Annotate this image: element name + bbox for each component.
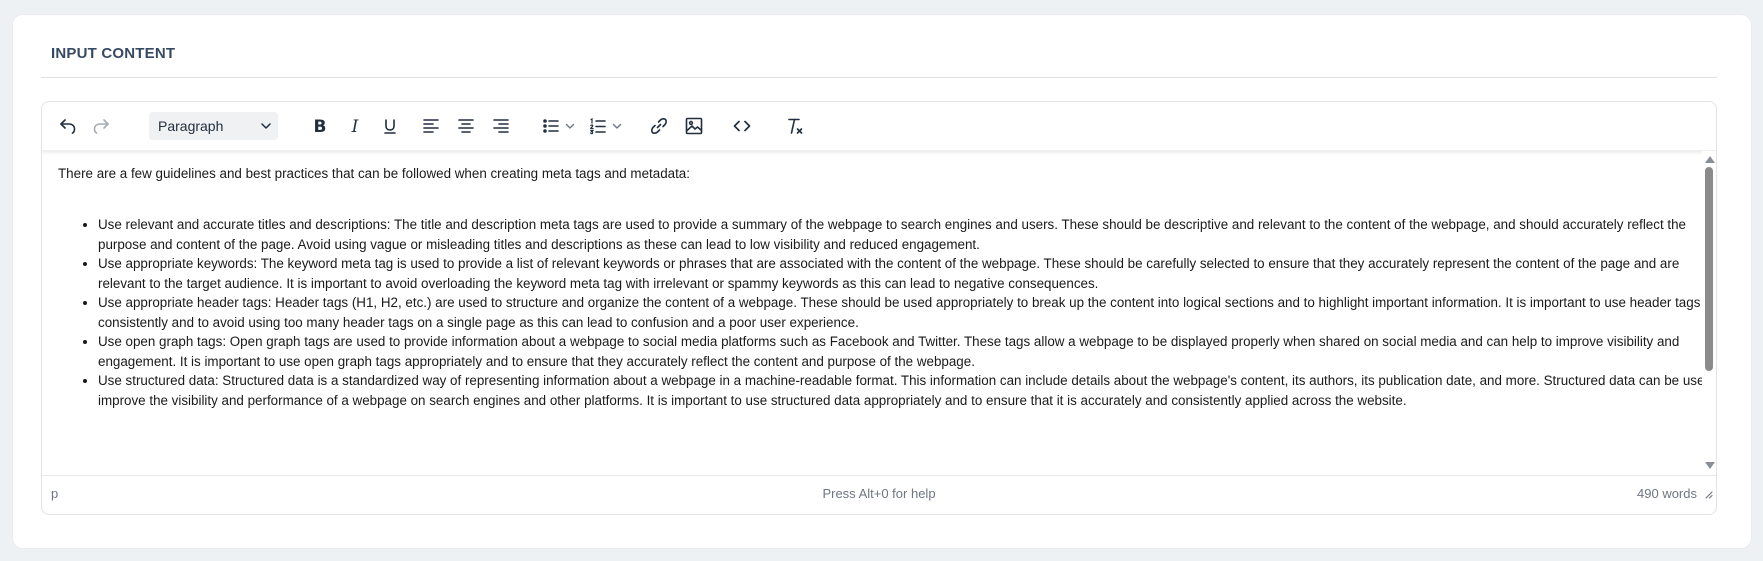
intro-paragraph: There are a few guidelines and best prac…	[58, 166, 690, 181]
insert-link-button[interactable]	[647, 112, 671, 140]
align-right-icon	[493, 119, 509, 133]
list-item: Use open graph tags: Open graph tags are…	[98, 332, 1702, 371]
bold-button[interactable]: B	[308, 112, 332, 140]
insert-image-button[interactable]	[682, 112, 706, 140]
numbered-list-options-button[interactable]	[610, 112, 624, 140]
image-icon	[685, 117, 703, 135]
underline-icon	[384, 119, 396, 134]
input-content-card: INPUT CONTENT Paragraph B I There are a …	[13, 15, 1751, 548]
bullet-list-options-button[interactable]	[563, 112, 577, 140]
resize-handle-icon[interactable]	[1703, 489, 1713, 499]
list-item: Use appropriate keywords: The keyword me…	[98, 254, 1702, 293]
editor-content[interactable]: There are a few guidelines and best prac…	[42, 151, 1702, 474]
underline-button[interactable]	[378, 112, 402, 140]
chevron-down-icon	[565, 123, 575, 129]
redo-icon	[93, 119, 109, 134]
list-item: Use structured data: Structured data is …	[98, 371, 1702, 410]
source-code-button[interactable]	[730, 112, 754, 140]
scroll-up-arrow-icon[interactable]	[1705, 156, 1715, 163]
bullet-list-button[interactable]	[539, 112, 563, 140]
scrollbar-thumb[interactable]	[1705, 167, 1713, 371]
bullet-list-icon	[543, 119, 559, 133]
link-icon	[651, 118, 667, 134]
redo-button[interactable]	[89, 112, 113, 140]
svg-text:I: I	[351, 117, 359, 135]
align-left-button[interactable]	[419, 112, 443, 140]
block-format-select[interactable]: Paragraph	[149, 112, 278, 140]
numbered-list-button[interactable]	[586, 112, 610, 140]
code-icon	[733, 120, 751, 132]
title-divider	[41, 77, 1717, 78]
editor-toolbar: Paragraph B I	[42, 102, 1716, 151]
scroll-down-arrow-icon[interactable]	[1705, 462, 1715, 469]
content-scrollbar[interactable]	[1702, 151, 1716, 474]
word-count[interactable]: 490 words	[1637, 486, 1697, 501]
numbered-list-icon	[590, 118, 606, 135]
list-item: Use appropriate header tags: Header tags…	[98, 293, 1702, 332]
block-format-value: Paragraph	[158, 118, 224, 134]
list-item: Use relevant and accurate titles and des…	[98, 215, 1702, 254]
italic-icon: I	[351, 117, 359, 135]
align-center-icon	[458, 119, 474, 133]
italic-button[interactable]: I	[343, 112, 367, 140]
chevron-down-icon	[261, 123, 271, 129]
rich-text-editor: Paragraph B I There are a few guidelines…	[41, 101, 1717, 515]
align-left-icon	[423, 119, 439, 133]
undo-icon	[60, 119, 76, 134]
editor-statusbar: p Press Alt+0 for help 490 words	[42, 475, 1716, 514]
guidelines-list: Use relevant and accurate titles and des…	[58, 215, 1702, 410]
clear-formatting-button[interactable]	[783, 112, 807, 140]
svg-text:B: B	[314, 117, 327, 135]
chevron-down-icon	[612, 123, 622, 129]
align-center-button[interactable]	[454, 112, 478, 140]
help-hint: Press Alt+0 for help	[822, 486, 936, 501]
undo-button[interactable]	[56, 112, 80, 140]
clear-format-icon	[788, 118, 803, 134]
align-right-button[interactable]	[489, 112, 513, 140]
card-title: INPUT CONTENT	[51, 45, 176, 62]
bold-icon: B	[314, 117, 327, 135]
